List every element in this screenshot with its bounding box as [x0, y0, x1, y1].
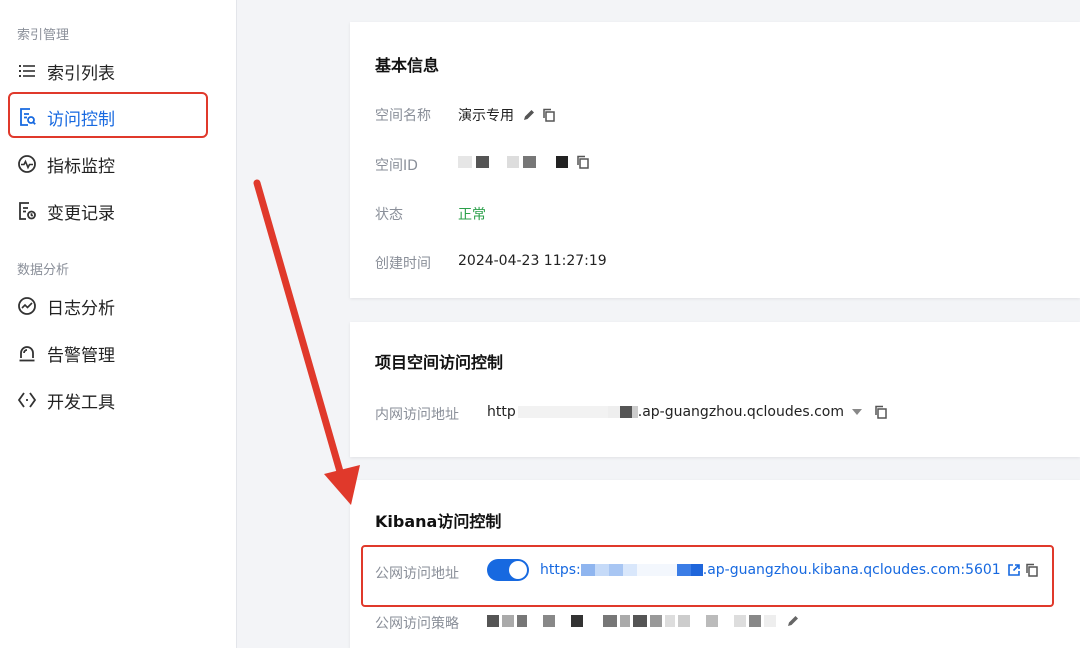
list-icon [17, 61, 37, 81]
highlight-box-kibana [361, 545, 1054, 607]
sidebar: 索引管理 索引列表 访问控制 指标监控 变更记录 数据分析 日志分析 告警管理 … [0, 0, 237, 648]
project-access-card: 项目空间访问控制 内网访问地址 http .ap-guangzhou.qclou… [350, 322, 1080, 457]
dev-tools-icon [17, 390, 37, 410]
sidebar-item-alarm-management[interactable]: 告警管理 [17, 341, 115, 366]
project-access-title: 项目空间访问控制 [375, 353, 504, 372]
sidebar-item-index-list[interactable]: 索引列表 [17, 59, 115, 84]
sidebar-group-data-analysis: 数据分析 [17, 263, 70, 278]
status-label: 状态 [375, 207, 403, 223]
copy-icon[interactable] [542, 108, 556, 122]
sidebar-item-dev-tools[interactable]: 开发工具 [17, 388, 115, 413]
sidebar-item-label: 变更记录 [47, 203, 115, 224]
created-time-value: 2024-04-23 11:27:19 [458, 253, 607, 269]
space-id-masked [458, 156, 568, 168]
copy-icon[interactable] [576, 155, 590, 169]
space-id-label: 空间ID [375, 158, 418, 174]
sidebar-item-label: 指标监控 [47, 156, 115, 177]
highlight-box-nav [8, 92, 208, 138]
monitor-icon [17, 154, 37, 174]
public-policy-masked [487, 615, 776, 627]
chevron-down-icon[interactable] [851, 408, 862, 416]
log-analysis-icon [17, 296, 37, 316]
sidebar-item-metrics-monitor[interactable]: 指标监控 [17, 152, 115, 177]
sidebar-item-change-log[interactable]: 变更记录 [17, 199, 115, 224]
internal-address-row: http .ap-guangzhou.qcloudes.com [487, 404, 888, 420]
alarm-icon [17, 343, 37, 363]
created-time-label: 创建时间 [375, 256, 431, 272]
change-log-icon [17, 201, 37, 221]
space-name-value: 演示专用 [458, 108, 514, 124]
internal-address-masked [517, 406, 638, 418]
copy-icon[interactable] [874, 405, 888, 419]
internal-address-prefix: http [487, 404, 516, 420]
internal-address-suffix: .ap-guangzhou.qcloudes.com [637, 404, 844, 420]
sidebar-item-label: 索引列表 [47, 63, 115, 84]
sidebar-item-label: 告警管理 [47, 345, 115, 366]
sidebar-item-label: 开发工具 [47, 392, 115, 413]
space-name-label: 空间名称 [375, 108, 431, 124]
public-policy-label: 公网访问策略 [375, 616, 459, 632]
edit-icon[interactable] [786, 614, 800, 628]
basic-info-title: 基本信息 [375, 56, 440, 75]
internal-address-label: 内网访问地址 [375, 407, 459, 423]
space-name-row: 演示专用 [458, 105, 556, 125]
space-id-row [458, 155, 590, 169]
public-policy-row [487, 614, 800, 628]
sidebar-item-log-analysis[interactable]: 日志分析 [17, 294, 115, 319]
kibana-access-title: Kibana访问控制 [375, 512, 502, 531]
edit-icon[interactable] [522, 108, 536, 122]
basic-info-card: 基本信息 空间名称 演示专用 空间ID 状态 正常 创建时间 2024-04-2… [350, 22, 1080, 298]
sidebar-item-label: 日志分析 [47, 298, 115, 319]
sidebar-group-index-management: 索引管理 [17, 28, 70, 43]
status-value: 正常 [458, 207, 486, 223]
